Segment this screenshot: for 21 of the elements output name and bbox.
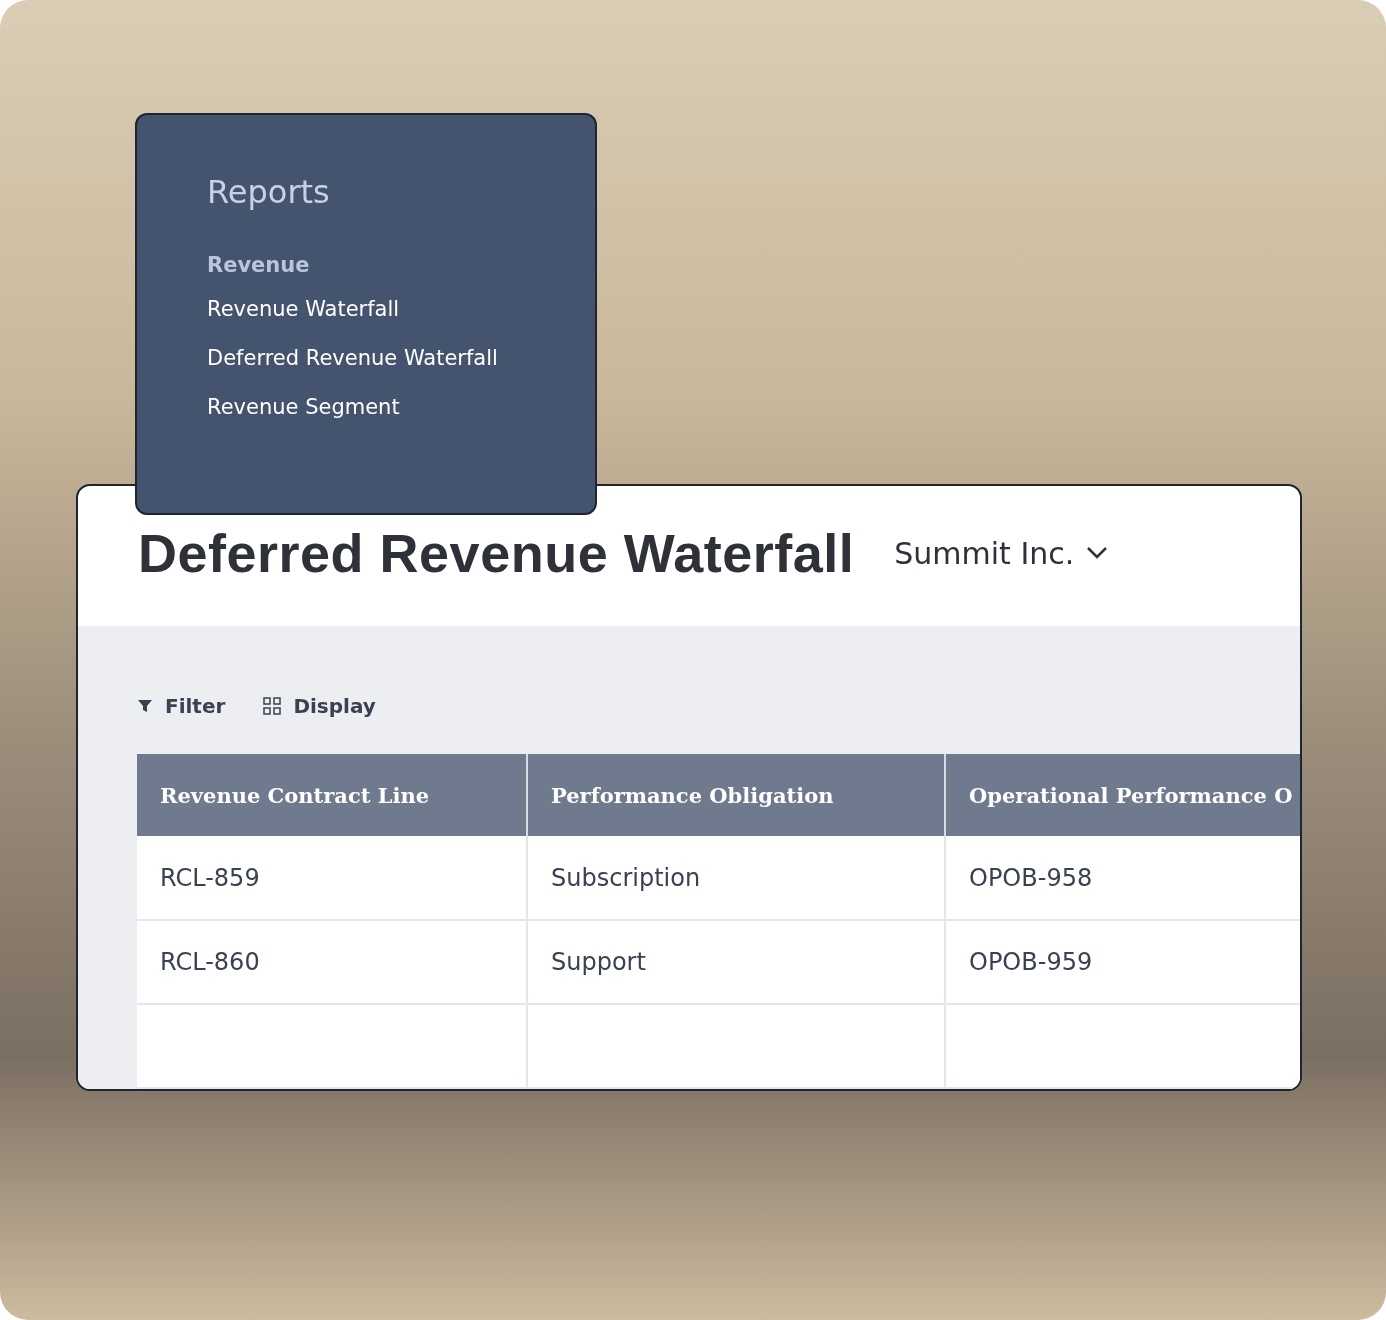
company-dropdown[interactable]: Summit Inc. — [894, 531, 1109, 575]
page-title: Deferred Revenue Waterfall — [138, 522, 855, 584]
display-button[interactable]: Display — [263, 692, 376, 720]
menu-item[interactable]: Revenue Waterfall — [207, 297, 400, 321]
menu-item[interactable]: Deferred Revenue Waterfall — [207, 346, 498, 370]
column-header: Performance Obligation — [527, 754, 945, 836]
table-cell: OPOB-959 — [945, 920, 1300, 1004]
table-cell: Subscription — [527, 836, 945, 920]
table-cell: RCL-859 — [137, 836, 527, 920]
filter-icon — [137, 698, 153, 714]
column-header: Operational Performance O — [945, 754, 1300, 836]
column-header: Revenue Contract Line — [137, 754, 527, 836]
grid-icon — [263, 697, 282, 715]
table-cell: OPOB-958 — [945, 836, 1300, 920]
table-cell: RCL-860 — [137, 920, 527, 1004]
table-cell: Support — [527, 920, 945, 1004]
filter-button[interactable]: Filter — [137, 692, 226, 720]
menu-title: Reports — [207, 173, 331, 211]
menu-section-heading: Revenue — [207, 253, 311, 277]
chevron-down-icon — [1086, 546, 1109, 560]
menu-item[interactable]: Revenue Segment — [207, 395, 400, 419]
